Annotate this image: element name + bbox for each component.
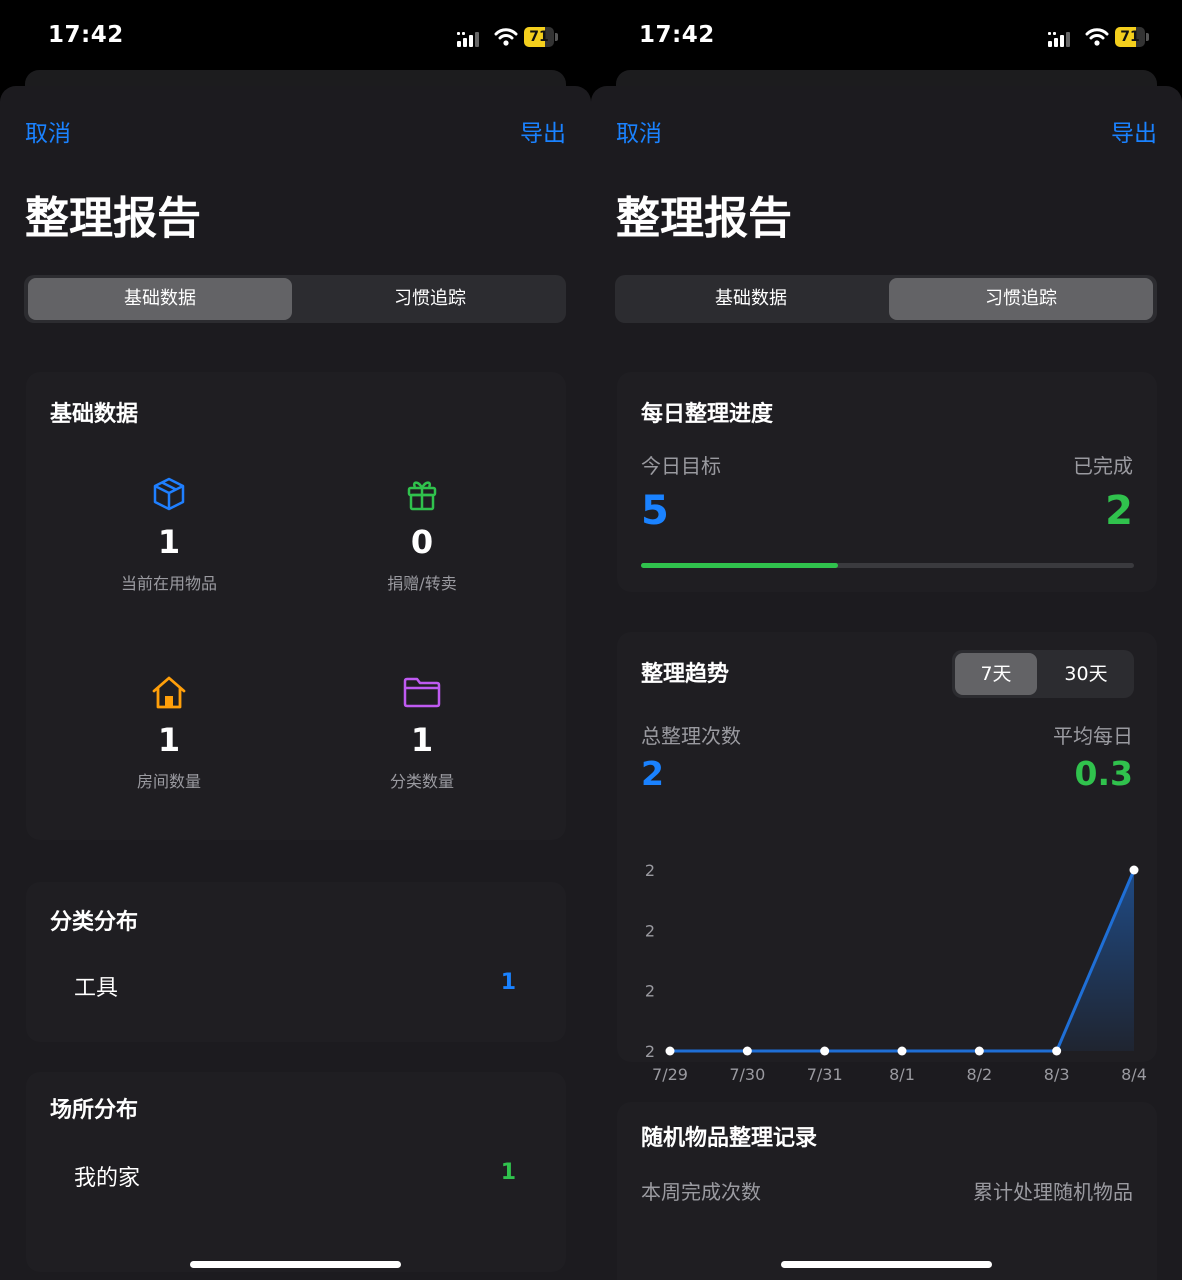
report-sheet: 取消 导出 整理报告 基础数据 习惯追踪 每日整理进度 今日目标 已完成 5 2…	[591, 86, 1182, 1280]
status-bar: 17:42 71	[591, 0, 1182, 72]
battery-level: 71	[1120, 29, 1140, 45]
range-segmented-control: 7天 30天	[952, 650, 1134, 698]
stat-value: 0	[410, 523, 434, 561]
stat-items-in-use: 1 当前在用物品	[69, 474, 269, 594]
total-label: 总整理次数	[641, 724, 741, 748]
home-indicator[interactable]	[781, 1261, 992, 1268]
place-distribution-title: 场所分布	[50, 1098, 139, 1123]
avg-value: 0.3	[1074, 754, 1133, 793]
report-sheet: 取消 导出 整理报告 基础数据 习惯追踪 基础数据 1 当前在用物品 0 捐赠/…	[0, 86, 591, 1280]
y-tick-label: 2	[645, 982, 655, 1001]
trend-line	[670, 869, 1136, 1053]
page-title: 整理报告	[616, 193, 792, 244]
place-row-value: 1	[500, 1160, 516, 1185]
export-button[interactable]: 导出	[1111, 114, 1157, 148]
x-tick-label: 7/29	[652, 1065, 688, 1084]
battery-level: 71	[529, 29, 549, 45]
tab-habit-tracking[interactable]: 习惯追踪	[889, 278, 1153, 320]
range-7-days[interactable]: 7天	[955, 653, 1037, 695]
range-30-days[interactable]: 30天	[1042, 653, 1130, 695]
random-items-card: 随机物品整理记录 本周完成次数 累计处理随机物品	[617, 1102, 1157, 1280]
cellular-signal-icon	[1048, 32, 1070, 47]
trend-card: 整理趋势 7天 30天 总整理次数 平均每日 2 0.3 2 2 2 2 7/29 7/3…	[617, 632, 1157, 1084]
phone-right: 17:42 71 取消 导出 整理报告 基础数据 习惯追踪 每日整理进度 今日目…	[591, 0, 1182, 1280]
done-label: 已完成	[1073, 454, 1133, 478]
trend-point	[742, 1046, 752, 1056]
x-tick-label: 8/3	[1044, 1065, 1070, 1084]
stat-donated-sold: 0 捐赠/转卖	[322, 474, 522, 594]
wifi-icon	[494, 28, 518, 46]
status-bar: 17:42 71	[0, 0, 591, 72]
stat-label: 捐赠/转卖	[387, 574, 457, 593]
tab-segmented-control: 基础数据 习惯追踪	[615, 275, 1157, 323]
done-value: 2	[1105, 488, 1133, 534]
stat-room-count: 1 房间数量	[69, 672, 269, 792]
daily-progress-card: 每日整理进度 今日目标 已完成 5 2	[617, 372, 1157, 592]
trend-title: 整理趋势	[641, 662, 730, 687]
x-tick-label: 8/2	[966, 1065, 992, 1084]
folder-icon	[403, 677, 441, 708]
y-tick-label: 2	[645, 921, 655, 940]
category-distribution-card: 分类分布 工具 1	[26, 882, 566, 1042]
battery-indicator: 71	[1115, 27, 1151, 47]
avg-label: 平均每日	[1053, 724, 1133, 748]
week-count-label: 本周完成次数	[641, 1180, 761, 1204]
trend-point	[820, 1046, 830, 1056]
tab-segmented-control: 基础数据 习惯追踪	[24, 275, 566, 323]
trend-area	[670, 870, 1134, 1051]
x-tick-label: 8/4	[1121, 1065, 1147, 1084]
stat-value: 1	[157, 523, 181, 561]
basic-data-card: 基础数据 1 当前在用物品 0 捐赠/转卖 1 房间数量 1 分类数量	[26, 372, 566, 840]
battery-indicator: 71	[524, 27, 560, 47]
trend-chart: 2 2 2 2 7/29 7/30 7/31 8/1 8/2 8/3 8/4	[645, 861, 1147, 1084]
status-time: 17:42	[48, 22, 124, 48]
trend-point	[974, 1046, 984, 1056]
tab-habit-tracking[interactable]: 习惯追踪	[298, 278, 562, 320]
progress-track	[641, 563, 1134, 568]
stat-label: 分类数量	[389, 772, 454, 791]
category-row-value: 1	[500, 970, 516, 995]
trend-point	[1129, 865, 1139, 875]
export-button[interactable]: 导出	[520, 114, 566, 148]
x-tick-label: 7/30	[729, 1065, 765, 1084]
cube-icon	[153, 477, 185, 511]
x-tick-label: 8/1	[889, 1065, 915, 1084]
status-time: 17:42	[639, 22, 715, 48]
trend-point	[665, 1046, 675, 1056]
stat-value: 1	[410, 721, 434, 759]
category-distribution-title: 分类分布	[50, 910, 139, 935]
stat-label: 房间数量	[136, 772, 201, 791]
y-tick-label: 2	[645, 861, 655, 880]
wifi-icon	[1085, 28, 1109, 46]
x-tick-label: 7/31	[807, 1065, 843, 1084]
place-row-label: 我的家	[74, 1166, 141, 1191]
gift-icon	[407, 481, 437, 511]
category-row-label: 工具	[74, 976, 119, 1001]
daily-progress-title: 每日整理进度	[641, 402, 774, 427]
stat-value: 1	[157, 721, 181, 759]
total-value: 2	[641, 754, 664, 793]
stat-label: 当前在用物品	[120, 574, 217, 593]
cellular-signal-icon	[457, 32, 479, 47]
trend-point	[1052, 1046, 1062, 1056]
stat-category-count: 1 分类数量	[322, 672, 522, 792]
cancel-button[interactable]: 取消	[616, 114, 662, 148]
place-distribution-card: 场所分布 我的家 1	[26, 1072, 566, 1272]
tab-basic-data[interactable]: 基础数据	[619, 278, 883, 320]
progress-fill	[641, 563, 839, 568]
trend-point	[897, 1046, 907, 1056]
goal-label: 今日目标	[641, 454, 721, 478]
phone-left: 17:42 71 取消 导出 整理报告 基础数据 习惯追踪 基础数据 1 当前在…	[0, 0, 591, 1280]
y-tick-label: 2	[645, 1042, 655, 1061]
cumulative-label: 累计处理随机物品	[973, 1180, 1133, 1204]
goal-value: 5	[641, 488, 669, 534]
basic-data-title: 基础数据	[50, 402, 139, 427]
cancel-button[interactable]: 取消	[25, 114, 71, 148]
tab-basic-data[interactable]: 基础数据	[28, 278, 292, 320]
random-items-title: 随机物品整理记录	[641, 1126, 818, 1151]
page-title: 整理报告	[25, 193, 201, 244]
home-indicator[interactable]	[190, 1261, 401, 1268]
house-icon	[152, 676, 186, 709]
